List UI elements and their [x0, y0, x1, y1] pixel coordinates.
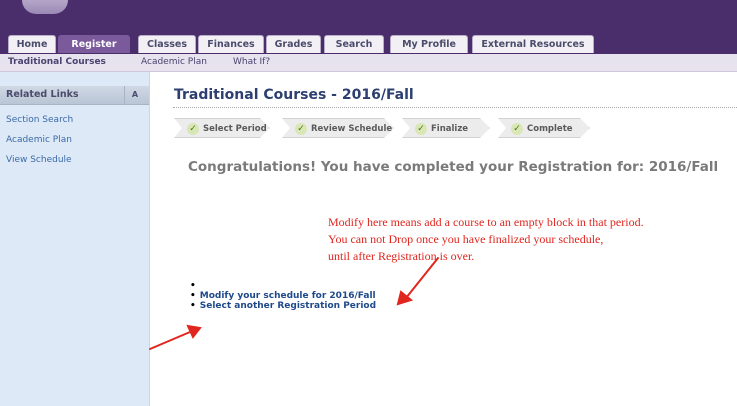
tab-my-profile[interactable]: My Profile: [390, 35, 468, 53]
tab-finances[interactable]: Finances: [198, 35, 264, 53]
subnav-academic-plan[interactable]: Academic Plan: [141, 54, 207, 71]
related-links-title: Related Links: [6, 89, 79, 100]
related-links-header: Related Links A: [0, 86, 149, 105]
red-annotation-note: Modify here means add a course to an emp…: [328, 214, 644, 265]
step-label: Complete: [527, 124, 573, 134]
select-registration-period-link[interactable]: Select another Registration Period: [200, 301, 376, 311]
arrow-head-icon: [396, 290, 414, 306]
list-item: • Modify your schedule for 2016/Fall: [190, 291, 376, 301]
related-links-sidebar: Related Links A Section Search Academic …: [0, 72, 150, 406]
title-divider: [173, 107, 737, 108]
sub-navigation: Traditional Courses Academic Plan What I…: [0, 54, 737, 72]
step-label: Select Period: [203, 124, 267, 134]
step-select-period: ✓ Select Period: [174, 118, 270, 138]
arrow-to-registration-period-link: [149, 331, 191, 350]
completion-message: Congratulations! You have completed your…: [188, 159, 719, 175]
action-links-list: • • Modify your schedule for 2016/Fall • S…: [190, 281, 376, 311]
sidebar-link-academic-plan[interactable]: Academic Plan: [6, 135, 72, 145]
step-complete: ✓ Complete: [498, 118, 590, 138]
step-finalize: ✓ Finalize: [402, 118, 490, 138]
check-icon: ✓: [187, 123, 199, 135]
main-tab-bar: Home Register Classes Finances Grades Se…: [0, 32, 737, 54]
annotation-line: Modify here means add a course to an emp…: [328, 215, 644, 229]
check-icon: ✓: [295, 123, 307, 135]
list-item-empty: •: [190, 281, 196, 291]
collapse-toggle[interactable]: A: [124, 86, 145, 104]
tab-external-resources[interactable]: External Resources: [472, 35, 594, 53]
tab-home[interactable]: Home: [8, 35, 56, 53]
tab-search[interactable]: Search: [324, 35, 384, 53]
page-title: Traditional Courses - 2016/Fall: [174, 87, 414, 103]
sidebar-link-view-schedule[interactable]: View Schedule: [6, 155, 72, 165]
sidebar-link-section-search[interactable]: Section Search: [6, 115, 73, 125]
tab-register[interactable]: Register: [58, 35, 130, 53]
step-review-schedule: ✓ Review Schedule: [282, 118, 394, 138]
step-label: Finalize: [431, 124, 469, 134]
annotation-line: You can not Drop once you have finalized…: [328, 232, 604, 246]
tab-grades[interactable]: Grades: [266, 35, 321, 53]
tab-classes[interactable]: Classes: [138, 35, 196, 53]
arrow-head-icon: [186, 324, 202, 339]
annotation-line: until after Registration is over.: [328, 249, 475, 263]
list-item: • Select another Registration Period: [190, 301, 377, 311]
subnav-traditional-courses[interactable]: Traditional Courses: [8, 54, 106, 71]
step-label: Review Schedule: [311, 124, 393, 134]
modify-schedule-link[interactable]: Modify your schedule for 2016/Fall: [200, 291, 376, 301]
top-banner: [0, 0, 737, 32]
logo: [22, 0, 68, 14]
subnav-what-if[interactable]: What If?: [233, 54, 270, 71]
check-icon: ✓: [511, 123, 523, 135]
check-icon: ✓: [415, 123, 427, 135]
